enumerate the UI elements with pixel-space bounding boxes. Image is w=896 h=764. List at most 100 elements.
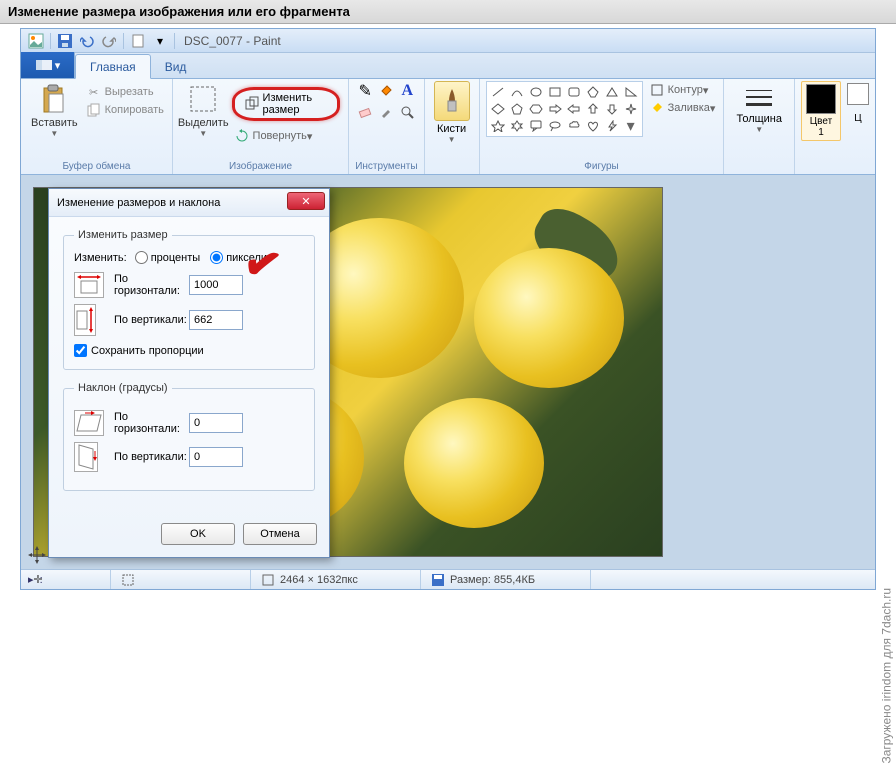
tree-expand-icon[interactable]: ▸ : — [28, 573, 43, 586]
cut-button[interactable]: ✂Вырезать — [84, 83, 166, 101]
color1-button[interactable]: Цвет 1 — [801, 81, 841, 141]
picker-tool[interactable] — [376, 102, 396, 122]
shape-star6[interactable] — [508, 118, 526, 134]
rotate-icon — [234, 128, 250, 144]
shape-callout-oval[interactable] — [546, 118, 564, 134]
shape-pentagon[interactable] — [508, 101, 526, 117]
skew-legend: Наклон (градусы) — [74, 382, 172, 394]
color2-button[interactable]: Ц — [841, 81, 869, 126]
change-by-label: Изменить: — [74, 252, 127, 264]
thickness-label: Толщина — [736, 113, 782, 125]
fill-tool[interactable] — [376, 81, 396, 101]
group-tools: ✎ A Инструменты — [349, 79, 424, 174]
group-colors: Цвет 1 Ц — [795, 79, 875, 174]
skew-v-label: По вертикали: — [114, 451, 189, 463]
select-button[interactable]: Выделить ▼ — [179, 81, 228, 140]
resize-fieldset: Изменить размер Изменить: проценты пиксе… — [63, 229, 315, 370]
pencil-tool[interactable]: ✎ — [355, 81, 375, 101]
watermark: Загружено irindom для 7dach.ru — [880, 588, 894, 764]
paste-button[interactable]: Вставить ▼ — [27, 81, 82, 140]
group-label-clipboard: Буфер обмена — [27, 160, 166, 174]
shape-hexagon[interactable] — [527, 101, 545, 117]
ribbon: Вставить ▼ ✂Вырезать Копировать Буфер об… — [21, 79, 875, 175]
paste-label: Вставить — [31, 117, 78, 129]
magnifier-tool[interactable] — [397, 102, 417, 122]
undo-icon[interactable] — [77, 32, 97, 50]
resize-legend: Изменить размер — [74, 229, 172, 241]
save-icon[interactable] — [55, 32, 75, 50]
shape-arrow-r[interactable] — [546, 101, 564, 117]
ok-button[interactable]: OK — [161, 523, 235, 545]
tab-view[interactable]: Вид — [151, 55, 201, 78]
group-label-shapes: Фигуры — [486, 160, 718, 174]
shape-arrow-u[interactable] — [584, 101, 602, 117]
select-label: Выделить — [178, 117, 229, 129]
shape-curve[interactable] — [508, 84, 526, 100]
percent-radio[interactable]: проценты — [135, 251, 201, 264]
pan-icon[interactable] — [28, 546, 46, 564]
skew-v-input[interactable] — [189, 447, 243, 467]
redo-icon[interactable] — [99, 32, 119, 50]
group-label-image: Изображение — [179, 160, 342, 174]
rotate-button[interactable]: Повернуть ▾ — [232, 127, 341, 145]
window-title: DSC_0077 - Paint — [184, 34, 281, 48]
color1-label: Цвет 1 — [806, 116, 836, 138]
file-menu-button[interactable]: ▾ — [21, 52, 75, 78]
ribbon-tabs: ▾ Главная Вид — [21, 53, 875, 79]
shape-callout-cloud[interactable] — [565, 118, 583, 134]
horizontal-label: По горизонтали: — [114, 273, 189, 297]
dropdown-icon[interactable]: ▾ — [150, 32, 170, 50]
shape-arrow-l[interactable] — [565, 101, 583, 117]
brushes-button[interactable]: Кисти ▼ — [431, 81, 473, 144]
shape-line[interactable] — [489, 84, 507, 100]
selection-icon — [121, 573, 135, 587]
dialog-titlebar[interactable]: Изменение размеров и наклона ✕ — [49, 189, 329, 217]
shape-heart[interactable] — [584, 118, 602, 134]
shape-diamond[interactable] — [489, 101, 507, 117]
eraser-tool[interactable] — [355, 102, 375, 122]
thickness-icon — [744, 83, 774, 113]
close-button[interactable]: ✕ — [287, 192, 325, 210]
keep-aspect-label: Сохранить пропорции — [91, 345, 204, 357]
keep-aspect-checkbox[interactable] — [74, 344, 87, 357]
shape-roundrect[interactable] — [565, 84, 583, 100]
text-tool[interactable]: A — [397, 81, 417, 101]
vertical-input[interactable] — [189, 310, 243, 330]
horizontal-input[interactable] — [189, 275, 243, 295]
shape-oval[interactable] — [527, 84, 545, 100]
cancel-button[interactable]: Отмена — [243, 523, 317, 545]
page-icon[interactable] — [128, 32, 148, 50]
shape-arrow-d[interactable] — [603, 101, 621, 117]
skew-h-input[interactable] — [189, 413, 243, 433]
resize-icon — [245, 96, 259, 112]
shape-rtriangle[interactable] — [622, 84, 640, 100]
app-menu-icon[interactable] — [26, 32, 46, 50]
shape-star5[interactable] — [489, 118, 507, 134]
shapes-more[interactable]: ▾ — [622, 118, 640, 134]
copy-button[interactable]: Копировать — [84, 101, 166, 119]
group-thickness: Толщина ▼ — [724, 79, 795, 174]
paste-icon — [38, 83, 70, 115]
resize-button[interactable]: Изменить размер — [232, 87, 341, 121]
shape-triangle[interactable] — [603, 84, 621, 100]
tool-grid: ✎ A — [355, 81, 417, 122]
group-clipboard: Вставить ▼ ✂Вырезать Копировать Буфер об… — [21, 79, 173, 174]
page-title: Изменение размера изображения или его фр… — [0, 0, 896, 24]
status-bar: ✛ 2464 × 1632пкс Размер: 855,4КБ — [21, 569, 875, 589]
fill-button[interactable]: Заливка ▾ — [647, 99, 718, 117]
group-label-tools: Инструменты — [355, 160, 417, 174]
outline-button[interactable]: Контур ▾ — [647, 81, 718, 99]
outline-icon — [649, 82, 665, 98]
shape-lightning[interactable] — [603, 118, 621, 134]
fill-icon — [649, 100, 665, 116]
shape-star4[interactable] — [622, 101, 640, 117]
shape-rect[interactable] — [546, 84, 564, 100]
shapes-gallery[interactable]: ▾ — [486, 81, 643, 137]
tab-home[interactable]: Главная — [75, 54, 151, 79]
thickness-button[interactable]: Толщина ▼ — [730, 81, 788, 136]
shape-callout-rect[interactable] — [527, 118, 545, 134]
shape-polygon[interactable] — [584, 84, 602, 100]
brushes-label: Кисти — [437, 123, 466, 135]
pixels-radio[interactable]: пиксели — [210, 251, 267, 264]
close-icon: ✕ — [301, 195, 310, 208]
